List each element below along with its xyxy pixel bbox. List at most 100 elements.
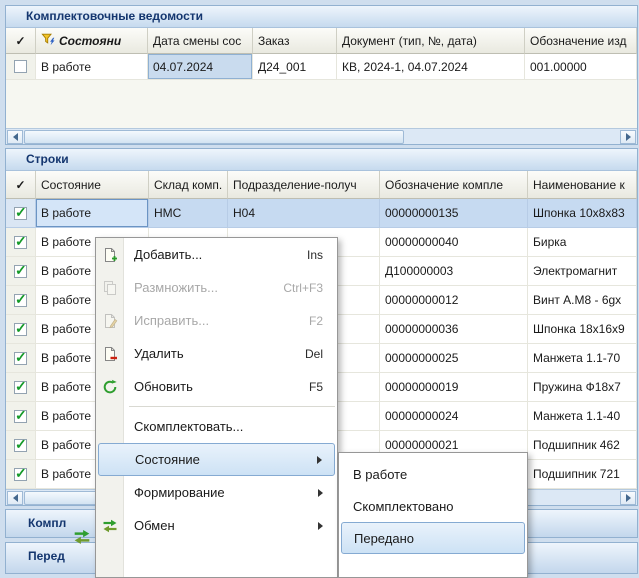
cell-designation[interactable]: 00000000019: [380, 373, 528, 402]
menu-item-obmen[interactable]: Обмен: [96, 509, 337, 542]
vedomosti-row[interactable]: В работе 04.07.2024 Д24_001 КВ, 2024-1, …: [6, 54, 637, 80]
cell-name[interactable]: Электромагнит: [528, 257, 637, 286]
submenu-arrow-icon: [318, 522, 323, 530]
column-header-order[interactable]: Заказ: [253, 28, 337, 54]
cell-name[interactable]: Подшипник 721: [528, 460, 637, 489]
menu-item-add[interactable]: Добавить... Ins: [96, 238, 337, 271]
cell-designation[interactable]: 00000000135: [380, 199, 528, 228]
column-header-state[interactable]: Состояни: [36, 28, 148, 54]
scroll-right-button[interactable]: [620, 130, 636, 144]
menu-item-refresh[interactable]: Обновить F5: [96, 370, 337, 403]
row-check-cell[interactable]: [6, 373, 36, 402]
menu-item-edit[interactable]: Исправить... F2: [96, 304, 337, 337]
cell-department[interactable]: Н04: [228, 199, 380, 228]
column-header-check[interactable]: ✓: [6, 171, 36, 199]
cell-name[interactable]: Подшипник 462: [528, 431, 637, 460]
cell-doc[interactable]: КВ, 2024-1, 04.07.2024: [337, 54, 525, 80]
menu-item-shortcut: F2: [309, 314, 323, 328]
row-checkbox[interactable]: [14, 352, 27, 365]
row-checkbox[interactable]: [14, 323, 27, 336]
menu-item-duplicate[interactable]: Размножить... Ctrl+F3: [96, 271, 337, 304]
cell-designation[interactable]: 001.00000: [525, 54, 637, 80]
menu-item-skomplektovat[interactable]: Скомплектовать...: [96, 410, 337, 443]
cell-name[interactable]: Винт А.М8 - 6gx: [528, 286, 637, 315]
cell-designation[interactable]: 00000000012: [380, 286, 528, 315]
cell-date[interactable]: 04.07.2024: [148, 54, 253, 80]
row-checkbox[interactable]: [14, 410, 27, 423]
scroll-left-button[interactable]: [7, 130, 23, 144]
row-check-cell[interactable]: [6, 54, 36, 80]
row-checkbox[interactable]: [14, 207, 27, 220]
column-header-state[interactable]: Состояние: [36, 171, 149, 199]
row-checkbox[interactable]: [14, 236, 27, 249]
add-document-icon: [102, 247, 118, 263]
row-check-cell[interactable]: [6, 431, 36, 460]
copy-document-icon: [102, 280, 118, 296]
panel-title-vedomosti: Комплектовочные ведомости: [6, 6, 637, 28]
row-checkbox[interactable]: [14, 439, 27, 452]
menu-item-delete[interactable]: Удалить Del: [96, 337, 337, 370]
context-menu: Добавить... Ins Размножить... Ctrl+F3 Ис…: [95, 237, 338, 578]
exchange-icon: [73, 528, 91, 546]
grid-empty-area: [6, 80, 637, 128]
scroll-left-button[interactable]: [7, 491, 23, 505]
hscrollbar-vedomosti[interactable]: [6, 128, 637, 144]
menu-item-label: Обновить: [134, 379, 193, 394]
menu-item-label: Обмен: [134, 518, 175, 533]
scroll-right-button[interactable]: [620, 491, 636, 505]
column-header-check[interactable]: ✓: [6, 28, 36, 54]
delete-document-icon: [102, 346, 118, 362]
row-check-cell[interactable]: [6, 257, 36, 286]
cell-state[interactable]: В работе: [36, 199, 149, 228]
menu-item-label: Исправить...: [134, 313, 209, 328]
submenu-item-skomplektovano[interactable]: Скомплектовано: [339, 490, 527, 522]
cell-designation[interactable]: 00000000025: [380, 344, 528, 373]
menu-item-label: Размножить...: [134, 280, 218, 295]
exchange-icon: [102, 518, 118, 534]
row-check-cell[interactable]: [6, 286, 36, 315]
cell-name[interactable]: Шпонка 10x8x83: [528, 199, 637, 228]
row-checkbox[interactable]: [14, 468, 27, 481]
cell-name[interactable]: Манжета 1.1-70: [528, 344, 637, 373]
column-header-name[interactable]: Наименование к: [528, 171, 637, 199]
cell-order[interactable]: Д24_001: [253, 54, 337, 80]
row-check-cell[interactable]: [6, 315, 36, 344]
submenu-item-v-rabote[interactable]: В работе: [339, 458, 527, 490]
menu-item-label: Добавить...: [134, 247, 202, 262]
cell-designation[interactable]: 00000000040: [380, 228, 528, 257]
state-submenu: В работе Скомплектовано Передано: [338, 452, 528, 578]
cell-state[interactable]: В работе: [36, 54, 148, 80]
row-check-cell[interactable]: [6, 402, 36, 431]
arrow-right-icon: [626, 494, 631, 502]
submenu-item-peredano[interactable]: Передано: [341, 522, 525, 554]
row-checkbox[interactable]: [14, 60, 27, 73]
menu-item-formirovanie[interactable]: Формирование: [96, 476, 337, 509]
cell-designation[interactable]: 00000000036: [380, 315, 528, 344]
cell-name[interactable]: Шпонка 18x16x9: [528, 315, 637, 344]
row-checkbox[interactable]: [14, 381, 27, 394]
row-checkbox[interactable]: [14, 294, 27, 307]
table-row[interactable]: В работе НМС Н04 00000000135 Шпонка 10x8…: [6, 199, 637, 228]
arrow-right-icon: [626, 133, 631, 141]
column-header-doc[interactable]: Документ (тип, №, дата): [337, 28, 525, 54]
menu-item-sostoyanie[interactable]: Состояние: [98, 443, 335, 476]
cell-name[interactable]: Пружина Ф18х7: [528, 373, 637, 402]
vedomosti-header-row: ✓ Состояни Дата смены сос Заказ Документ…: [6, 28, 637, 54]
column-header-date[interactable]: Дата смены сос: [148, 28, 253, 54]
row-check-cell[interactable]: [6, 199, 36, 228]
cell-name[interactable]: Бирка: [528, 228, 637, 257]
submenu-item-label: Передано: [354, 531, 414, 546]
cell-designation[interactable]: 00000000024: [380, 402, 528, 431]
column-header-department[interactable]: Подразделение-получ: [228, 171, 380, 199]
row-check-cell[interactable]: [6, 228, 36, 257]
column-header-designation[interactable]: Обозначение компле: [380, 171, 528, 199]
row-check-cell[interactable]: [6, 460, 36, 489]
column-header-warehouse[interactable]: Склад комп.: [149, 171, 228, 199]
row-checkbox[interactable]: [14, 265, 27, 278]
scroll-thumb[interactable]: [24, 130, 404, 144]
column-header-designation[interactable]: Обозначение изд: [525, 28, 637, 54]
cell-warehouse[interactable]: НМС: [149, 199, 228, 228]
cell-designation[interactable]: Д100000003: [380, 257, 528, 286]
row-check-cell[interactable]: [6, 344, 36, 373]
cell-name[interactable]: Манжета 1.1-40: [528, 402, 637, 431]
